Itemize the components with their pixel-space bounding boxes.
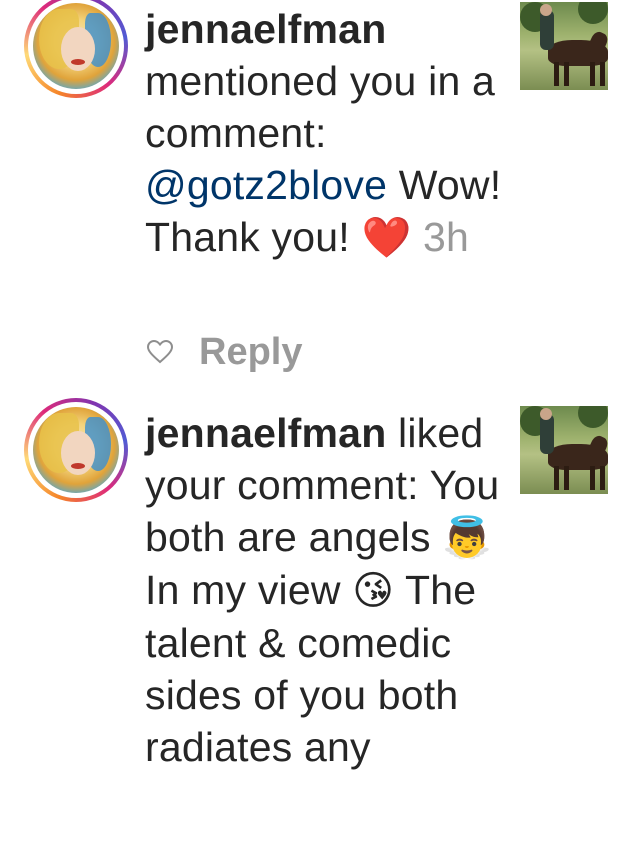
username-link[interactable]: jennaelfman — [145, 6, 386, 52]
username-link[interactable]: jennaelfman — [145, 410, 386, 456]
comment-text: In my view — [145, 567, 353, 613]
comment-actions: Reply — [145, 326, 302, 378]
reply-button[interactable]: Reply — [199, 331, 302, 374]
heart-emoji: ❤️ — [361, 215, 412, 261]
notification-item[interactable]: jennaelfman mentioned you in a comment: … — [0, 0, 640, 390]
heart-outline-icon[interactable] — [145, 337, 175, 367]
angel-emoji: 👼 — [442, 515, 493, 561]
avatar[interactable] — [24, 398, 128, 502]
post-thumbnail[interactable] — [520, 406, 608, 494]
notification-text: jennaelfman mentioned you in a comment: … — [145, 3, 505, 264]
timestamp: 3h — [411, 214, 470, 260]
notification-item[interactable]: jennaelfman liked your comment: You both… — [0, 398, 640, 853]
avatar[interactable] — [24, 0, 128, 98]
post-thumbnail[interactable] — [520, 2, 608, 90]
action-text: mentioned you in a comment: — [145, 58, 496, 156]
mention-link[interactable]: @gotz2blove — [145, 162, 387, 208]
notification-text: jennaelfman liked your comment: You both… — [145, 407, 505, 773]
kiss-emoji: 😘 — [352, 568, 395, 614]
